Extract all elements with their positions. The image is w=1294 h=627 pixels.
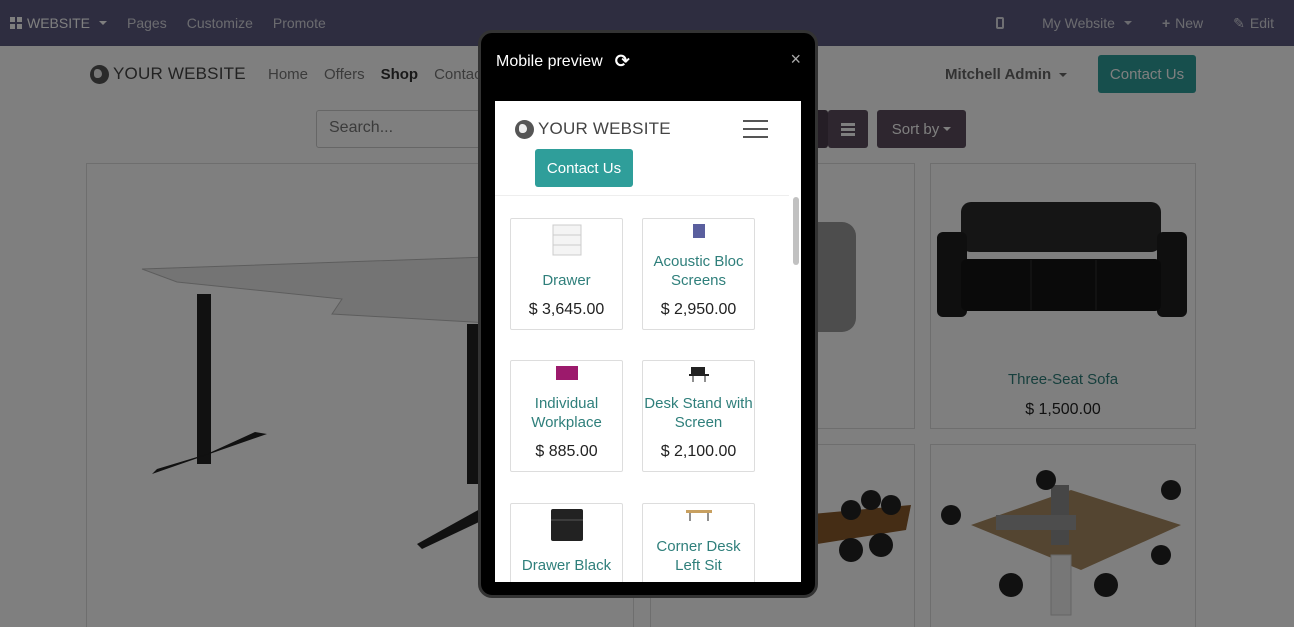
mobile-product-name[interactable]: Desk Stand with Screen [643,394,754,432]
mobile-screen: YOUR WEBSITE Contact Us Drawer $ 3,645.0… [495,101,801,582]
mobile-product-price: $ 2,950.00 [660,301,737,318]
mobile-product-name[interactable]: Corner Desk Left Sit [643,537,754,575]
mobile-product-price: $ 885.00 [535,443,598,460]
refresh-icon[interactable]: ⟳ [615,51,630,72]
acoustic-screens-image [692,224,705,238]
mobile-product-name[interactable]: Drawer Black [511,556,622,575]
drawer-image [552,224,581,256]
drawer-black-image [550,509,583,541]
mobile-product-card[interactable]: Corner Desk Left Sit [642,503,755,582]
mobile-header: YOUR WEBSITE Contact Us [495,101,789,196]
mobile-product-card[interactable]: Acoustic Bloc Screens $ 2,950.00 [642,218,755,330]
desk-stand-image [688,367,709,382]
mobile-globe-icon [515,119,534,139]
individual-workplace-image [555,366,578,380]
mobile-contact-us-button[interactable]: Contact Us [535,149,633,187]
mobile-product-card[interactable]: Individual Workplace $ 885.00 [510,360,623,472]
corner-desk-image [685,510,712,521]
mobile-product-name[interactable]: Individual Workplace [511,394,622,432]
mobile-logo[interactable]: YOUR WEBSITE [515,119,671,139]
modal-header: Mobile preview ⟳ [496,51,630,72]
mobile-product-name[interactable]: Acoustic Bloc Screens [643,252,754,290]
mobile-product-name[interactable]: Drawer [511,271,622,290]
mobile-product-card[interactable]: Drawer Black [510,503,623,582]
mobile-product-price: $ 3,645.00 [528,301,605,318]
mobile-preview-modal: Mobile preview ⟳ × YOUR WEBSITE Contact … [478,30,818,598]
mobile-scrollbar[interactable] [793,197,799,265]
mobile-product-card[interactable]: Drawer $ 3,645.00 [510,218,623,330]
hamburger-menu-icon[interactable] [743,120,768,138]
mobile-product-card[interactable]: Desk Stand with Screen $ 2,100.00 [642,360,755,472]
mobile-product-price: $ 2,100.00 [660,443,737,460]
modal-title: Mobile preview [496,52,603,70]
close-icon[interactable]: × [790,49,801,70]
mobile-logo-text: YOUR WEBSITE [538,119,671,138]
